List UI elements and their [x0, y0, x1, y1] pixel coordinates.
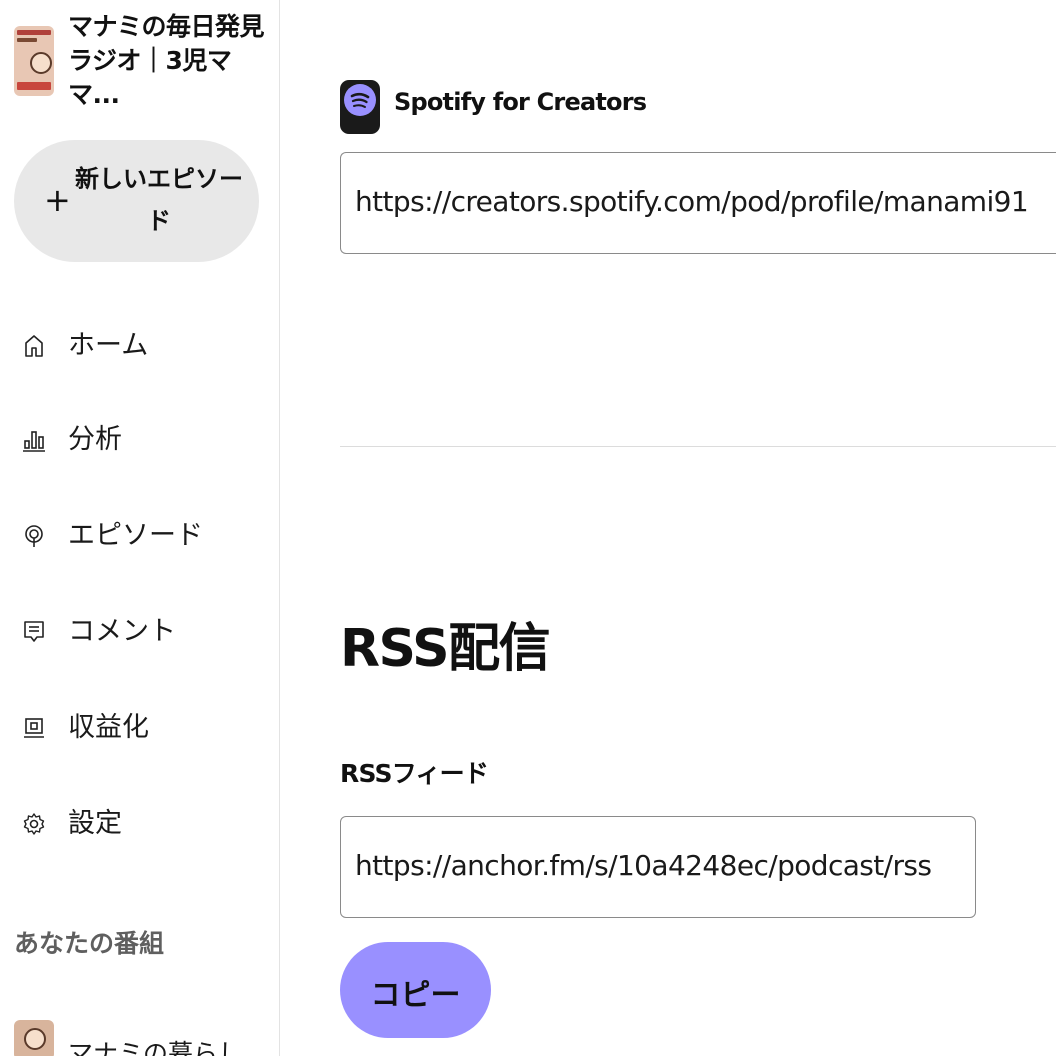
show-title: マナミの毎日発見ラジオ｜3児ママ...: [68, 12, 265, 109]
nav-label-settings: 設定: [68, 808, 122, 839]
spotify-url-field[interactable]: https://creators.spotify.com/pod/profile…: [340, 152, 1056, 254]
nav-label-comments: コメント: [68, 616, 176, 647]
nav-item-comments[interactable]: コメント: [0, 602, 279, 662]
settings-icon: [23, 813, 45, 835]
spotify-url-text: https://creators.spotify.com/pod/profile…: [355, 185, 1029, 218]
sidebar: マナミの毎日発見ラジオ｜3児ママ... + 新しいエピソード ホーム 分析 エピ…: [0, 0, 280, 1056]
nav-label-analytics: 分析: [68, 424, 122, 455]
new-episode-label: 新しいエピソード: [75, 165, 243, 235]
copy-button[interactable]: コピー: [340, 942, 491, 1038]
monetization-icon: [24, 718, 44, 738]
nav-label-episodes: エピソード: [68, 520, 203, 551]
rss-url-text: https://anchor.fm/s/10a4248ec/podcast/rs…: [355, 849, 932, 882]
other-show-item[interactable]: マナミの暮らし...: [12, 1018, 274, 1056]
nav-item-monetization[interactable]: 収益化: [0, 698, 279, 758]
episodes-icon: [25, 525, 43, 547]
new-episode-button[interactable]: + 新しいエピソード: [14, 140, 259, 262]
other-show-name: マナミの暮らし...: [68, 1039, 267, 1056]
plus-icon: +: [44, 181, 71, 219]
your-shows-heading: あなたの番組: [14, 929, 165, 958]
rss-heading: RSS配信: [340, 619, 551, 679]
main-content: Spotify for Creators https://creators.sp…: [280, 0, 1056, 1056]
section-divider: [340, 446, 1056, 447]
nav-item-episodes[interactable]: エピソード: [0, 506, 279, 566]
current-show[interactable]: マナミの毎日発見ラジオ｜3児ママ...: [12, 8, 274, 109]
copy-button-label: コピー: [370, 978, 461, 1013]
nav-item-analytics[interactable]: 分析: [0, 410, 279, 470]
other-show-thumbnail: [14, 1020, 54, 1056]
nav-label-monetization: 収益化: [68, 712, 149, 743]
spotify-name: Spotify for Creators: [394, 88, 647, 116]
home-icon: [25, 335, 43, 357]
nav-item-settings[interactable]: 設定: [0, 794, 279, 854]
spotify-logo-icon: [340, 80, 380, 134]
comments-icon: [24, 621, 44, 642]
rss-feed-label: RSSフィード: [340, 759, 489, 788]
analytics-icon: [23, 431, 45, 452]
spotify-section-header: Spotify for Creators: [340, 80, 1040, 136]
nav-label-home: ホーム: [68, 330, 149, 361]
rss-url-field[interactable]: https://anchor.fm/s/10a4248ec/podcast/rs…: [340, 816, 976, 918]
show-thumbnail: [14, 26, 54, 96]
nav-item-home[interactable]: ホーム: [0, 316, 279, 376]
